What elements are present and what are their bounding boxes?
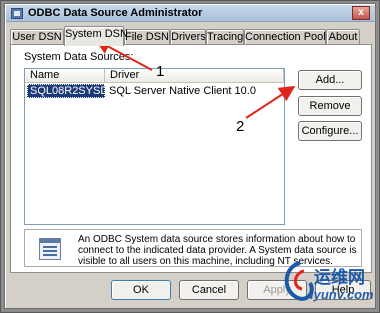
dsn-driver-cell[interactable]: SQL Server Native Client 10.0 <box>106 84 284 98</box>
ok-button[interactable]: OK <box>111 280 171 300</box>
tab-tracing[interactable]: Tracing <box>206 29 244 45</box>
tab-user-dsn[interactable]: User DSN <box>10 29 64 45</box>
data-source-icon <box>39 238 61 260</box>
tab-strip: User DSN System DSN File DSN Drivers Tra… <box>10 25 372 46</box>
tab-file-dsn[interactable]: File DSN <box>124 29 170 45</box>
table-row[interactable]: SQL08R2SYSDSN SQL Server Native Client 1… <box>25 84 284 98</box>
system-dsn-panel: System Data Sources: Name Driver SQL08R2… <box>10 44 372 273</box>
system-data-sources-label: System Data Sources: <box>24 51 134 63</box>
title-bar[interactable]: ODBC Data Source Administrator x <box>6 5 374 22</box>
data-source-list[interactable]: Name Driver SQL08R2SYSDSN SQL Server Nat… <box>24 68 285 225</box>
configure-button[interactable]: Configure... <box>298 121 362 141</box>
list-header: Name Driver <box>25 69 284 83</box>
window-title: ODBC Data Source Administrator <box>28 7 203 19</box>
tab-system-dsn[interactable]: System DSN <box>64 26 128 46</box>
odbc-app-icon <box>11 8 23 19</box>
tab-drivers[interactable]: Drivers <box>170 29 206 45</box>
column-header-driver[interactable]: Driver <box>105 69 284 83</box>
remove-button[interactable]: Remove <box>298 96 362 116</box>
watermark-url: iyunv.com <box>310 287 374 302</box>
dsn-name-cell[interactable]: SQL08R2SYSDSN <box>27 84 124 98</box>
column-header-name[interactable]: Name <box>25 69 105 83</box>
tab-about[interactable]: About <box>326 29 360 45</box>
watermark: 运维网 iyunv.com <box>280 257 376 307</box>
add-button[interactable]: Add... <box>298 70 362 90</box>
close-button[interactable]: x <box>352 6 370 20</box>
annotation-label-1: 1 <box>156 63 165 80</box>
cancel-button[interactable]: Cancel <box>179 280 239 300</box>
watermark-chinese: 运维网 <box>314 268 365 287</box>
annotation-label-2: 2 <box>236 118 245 135</box>
tab-connection-pooling[interactable]: Connection Pooling <box>244 29 340 45</box>
